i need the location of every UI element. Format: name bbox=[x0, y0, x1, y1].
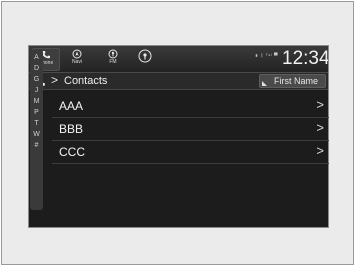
breadcrumb-separator: > bbox=[51, 73, 59, 87]
fm-button[interactable]: FM bbox=[99, 48, 127, 71]
contact-name: AAA bbox=[59, 99, 84, 113]
chevron-right-icon: > bbox=[316, 143, 324, 158]
chevron-right-icon: > bbox=[316, 120, 324, 135]
contact-row-ccc[interactable]: CCC > bbox=[52, 141, 329, 164]
alpha-index-item[interactable]: P bbox=[30, 107, 43, 118]
breadcrumb-bar: > Contacts First Name bbox=[29, 73, 328, 90]
navi-button-label: Navi bbox=[71, 59, 82, 65]
top-bar: Phone Navi FM ▮ ᛒ ᵀᵉˡ ▀ 12:34 bbox=[29, 46, 329, 73]
contact-row-bbb[interactable]: BBB > bbox=[52, 118, 329, 141]
alpha-index-item[interactable]: M bbox=[30, 96, 43, 107]
audio-source-button[interactable] bbox=[131, 48, 159, 71]
corner-triangle-icon bbox=[262, 81, 267, 86]
clock: 12:34 bbox=[282, 48, 329, 69]
navi-button[interactable]: Navi bbox=[63, 48, 91, 71]
alpha-index-item[interactable]: T bbox=[30, 118, 43, 129]
alphabet-index[interactable]: A D G J M P T W # bbox=[30, 50, 43, 210]
fm-button-label: FM bbox=[109, 59, 117, 65]
alpha-index-item[interactable]: J bbox=[30, 85, 43, 96]
chevron-right-icon: > bbox=[316, 97, 324, 112]
alpha-index-item[interactable]: W bbox=[30, 129, 43, 140]
radio-icon bbox=[108, 49, 118, 59]
contact-name: CCC bbox=[59, 145, 85, 159]
sort-button-label: First Name bbox=[274, 76, 319, 86]
alpha-index-item[interactable]: G bbox=[30, 74, 43, 85]
alpha-index-item[interactable]: # bbox=[30, 140, 43, 151]
contact-name: BBB bbox=[59, 122, 84, 136]
status-icons: ▮ ᛒ ᵀᵉˡ ▀ bbox=[255, 53, 279, 59]
alpha-index-item[interactable]: A bbox=[30, 52, 43, 63]
navi-icon bbox=[72, 49, 82, 59]
audio-source-icon bbox=[138, 49, 152, 63]
sort-first-name-button[interactable]: First Name bbox=[259, 74, 326, 88]
contact-row-aaa[interactable]: AAA > bbox=[52, 95, 329, 118]
alpha-index-item[interactable]: D bbox=[30, 63, 43, 74]
page-title: Contacts bbox=[64, 75, 108, 87]
